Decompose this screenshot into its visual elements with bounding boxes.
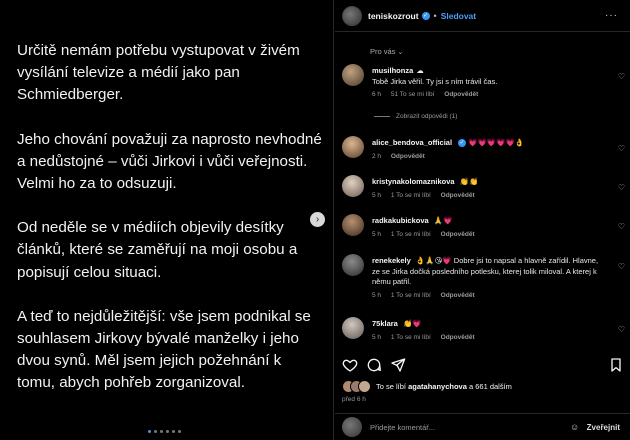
comment-time: 5 h <box>372 291 382 299</box>
heart-icon[interactable]: ♡ <box>618 222 625 231</box>
action-bar <box>342 357 625 373</box>
follow-button[interactable]: Sledovat <box>441 11 476 21</box>
cloud-icon: ☁ <box>416 66 424 75</box>
post-image: Určitě nemám potřebu vystupovat v živém … <box>0 0 334 440</box>
post-paragraph: Jeho chování považuji za naprosto nevhod… <box>17 130 322 193</box>
carousel-dot <box>154 430 157 433</box>
heart-icon[interactable]: ♡ <box>618 262 625 271</box>
avatar[interactable] <box>342 175 364 197</box>
heart-icon[interactable]: ♡ <box>618 183 625 192</box>
reply-button[interactable]: Odpovědět <box>441 231 475 238</box>
sort-label: Pro vás <box>370 47 396 56</box>
carousel-dot <box>166 430 169 433</box>
comment-time: 2 h <box>372 152 382 160</box>
comments-panel: teniskozrout ✓ • Sledovat ··· Pro vás ⌄ … <box>335 0 630 440</box>
bookmark-icon[interactable] <box>608 357 624 373</box>
comment-likes[interactable]: 1 To se mi líbí <box>391 231 431 238</box>
comment-username[interactable]: radkakubickova <box>372 216 429 225</box>
comment-text: 👏👏 <box>459 177 479 186</box>
reply-button[interactable]: Odpovědět <box>441 192 475 199</box>
comment-likes[interactable]: 1 To se mi líbí <box>391 292 431 299</box>
comment-input[interactable] <box>370 422 600 432</box>
verified-icon: ✓ <box>421 11 430 20</box>
comment-username[interactable]: musilhonza <box>372 66 413 75</box>
likes-summary: To se líbí agatahanychova a 661 dalším <box>342 380 512 393</box>
avatar[interactable] <box>342 64 364 86</box>
carousel-dot <box>160 430 163 433</box>
verified-icon: ✓ <box>458 139 467 148</box>
carousel-dot <box>178 430 181 433</box>
comment-text: 🙏💗 <box>433 216 453 225</box>
reply-button[interactable]: Odpovědět <box>391 153 425 160</box>
avatar[interactable] <box>342 214 364 236</box>
chevron-down-icon: ⌄ <box>397 49 404 56</box>
avatar[interactable] <box>342 136 364 158</box>
divider <box>374 116 390 117</box>
view-replies-label: Zobrazit odpovědi (1) <box>396 113 458 120</box>
comment-username[interactable]: 75klara <box>372 319 398 328</box>
comment-text: Tobě Jirka věřil. Ty jsi s ním trávil ča… <box>372 76 498 86</box>
heart-icon[interactable]: ♡ <box>618 325 625 334</box>
comment-time: 5 h <box>372 191 382 199</box>
likes-prefix: To se líbí <box>376 382 407 391</box>
comment-text: 👏💗 <box>402 319 422 328</box>
avatar[interactable] <box>342 5 362 26</box>
reply-button[interactable]: Odpovědět <box>441 334 475 341</box>
next-slide-button[interactable]: › <box>310 212 325 227</box>
avatar <box>358 380 371 393</box>
likes-user[interactable]: agatahanychova <box>408 382 467 391</box>
avatar[interactable] <box>342 254 364 276</box>
comment-icon[interactable] <box>366 357 382 373</box>
likes-text[interactable]: To se líbí agatahanychova a 661 dalším <box>376 382 512 391</box>
separator-dot: • <box>433 10 437 21</box>
more-options-icon[interactable]: ··· <box>605 10 618 21</box>
carousel-dot <box>172 430 175 433</box>
post-comment-button[interactable]: Zveřejnit <box>587 423 620 432</box>
comment-likes[interactable]: 1 To se mi líbí <box>391 192 431 199</box>
comment-sort-dropdown[interactable]: Pro vás ⌄ <box>370 47 403 56</box>
author-username[interactable]: teniskozrout <box>368 11 419 21</box>
likes-suffix: a 661 dalším <box>468 382 512 391</box>
emoji-icon[interactable]: ☺ <box>570 422 579 432</box>
heart-icon[interactable]: ♡ <box>618 72 625 81</box>
reply-button[interactable]: Odpovědět <box>444 91 478 98</box>
comment-time: 5 h <box>372 230 382 238</box>
post-paragraph: Určitě nemám potřebu vystupovat v živém … <box>17 42 300 104</box>
post-text: Určitě nemám potřebu vystupovat v živém … <box>17 40 322 417</box>
comment-username[interactable]: renekekely <box>372 256 411 265</box>
comment-username[interactable]: alice_bendova_official <box>372 138 452 147</box>
comment-likes[interactable]: 1 To se mi líbí <box>391 334 431 341</box>
post-paragraph: A teď to nejdůležitější: vše jsem podnik… <box>17 307 311 392</box>
comment-likes[interactable]: 51 To se mi líbí <box>391 91 435 98</box>
share-icon[interactable] <box>390 357 406 373</box>
like-heart-icon[interactable] <box>342 357 358 373</box>
add-comment-bar: ☺ Zveřejnit <box>335 413 630 440</box>
heart-icon[interactable]: ♡ <box>618 144 625 153</box>
chevron-right-icon: › <box>315 214 320 225</box>
avatar <box>342 417 362 437</box>
comment-text: 💗💗💗💗💗👌 <box>468 138 525 147</box>
comment-username[interactable]: kristynakolomaznikova <box>372 177 455 186</box>
carousel-dot <box>148 430 151 433</box>
post-paragraph: Od neděle se v médiích objevily desítky … <box>17 219 298 281</box>
post-header: teniskozrout ✓ • Sledovat ··· <box>335 0 630 32</box>
post-timestamp: před 6 h <box>342 396 366 403</box>
comment-time: 6 h <box>372 91 382 98</box>
reply-button[interactable]: Odpovědět <box>441 292 475 299</box>
comment-time: 5 h <box>372 333 382 341</box>
carousel-indicator <box>148 430 181 433</box>
view-replies-button[interactable]: Zobrazit odpovědi (1) <box>374 113 457 120</box>
avatar[interactable] <box>342 317 364 339</box>
